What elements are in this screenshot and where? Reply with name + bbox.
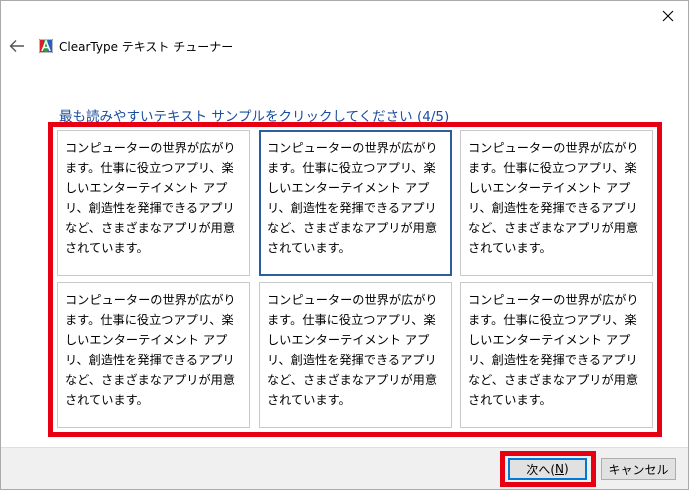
text-sample-5[interactable]: コンピューターの世界が広がります。仕事に役立つアプリ、楽しいエンターテイメント …: [259, 282, 452, 428]
cleartype-window: ClearType テキスト チューナー 最も読みやすいテキスト サンプルをクリ…: [0, 0, 689, 490]
text-sample-6[interactable]: コンピューターの世界が広がります。仕事に役立つアプリ、楽しいエンターテイメント …: [460, 282, 653, 428]
sample-text: コンピューターの世界が広がります。仕事に役立つアプリ、楽しいエンターテイメント …: [65, 141, 236, 255]
cancel-button-label: キャンセル: [608, 462, 669, 477]
sample-text: コンピューターの世界が広がります。仕事に役立つアプリ、楽しいエンターテイメント …: [468, 141, 639, 255]
app-title: ClearType テキスト チューナー: [59, 40, 234, 54]
close-button[interactable]: [654, 5, 682, 27]
text-sample-3[interactable]: コンピューターの世界が広がります。仕事に役立つアプリ、楽しいエンターテイメント …: [460, 130, 653, 276]
next-button-suffix: ): [563, 462, 569, 476]
text-sample-1[interactable]: コンピューターの世界が広がります。仕事に役立つアプリ、楽しいエンターテイメント …: [57, 130, 250, 276]
next-button-accesskey: N: [555, 462, 564, 476]
cancel-button[interactable]: キャンセル: [601, 458, 676, 480]
sample-text: コンピューターの世界が広がります。仕事に役立つアプリ、楽しいエンターテイメント …: [267, 293, 438, 407]
text-sample-4[interactable]: コンピューターの世界が広がります。仕事に役立つアプリ、楽しいエンターテイメント …: [57, 282, 250, 428]
sample-text: コンピューターの世界が広がります。仕事に役立つアプリ、楽しいエンターテイメント …: [65, 293, 236, 407]
text-sample-2[interactable]: コンピューターの世界が広がります。仕事に役立つアプリ、楽しいエンターテイメント …: [259, 130, 452, 276]
cleartype-app-icon: [39, 39, 53, 53]
sample-text: コンピューターの世界が広がります。仕事に役立つアプリ、楽しいエンターテイメント …: [468, 293, 639, 407]
next-button-label: 次へ(: [526, 462, 555, 477]
sample-text: コンピューターの世界が広がります。仕事に役立つアプリ、楽しいエンターテイメント …: [267, 141, 438, 255]
next-button[interactable]: 次へ(N): [508, 458, 587, 480]
close-icon: [662, 10, 674, 22]
back-arrow-icon[interactable]: [9, 39, 25, 53]
